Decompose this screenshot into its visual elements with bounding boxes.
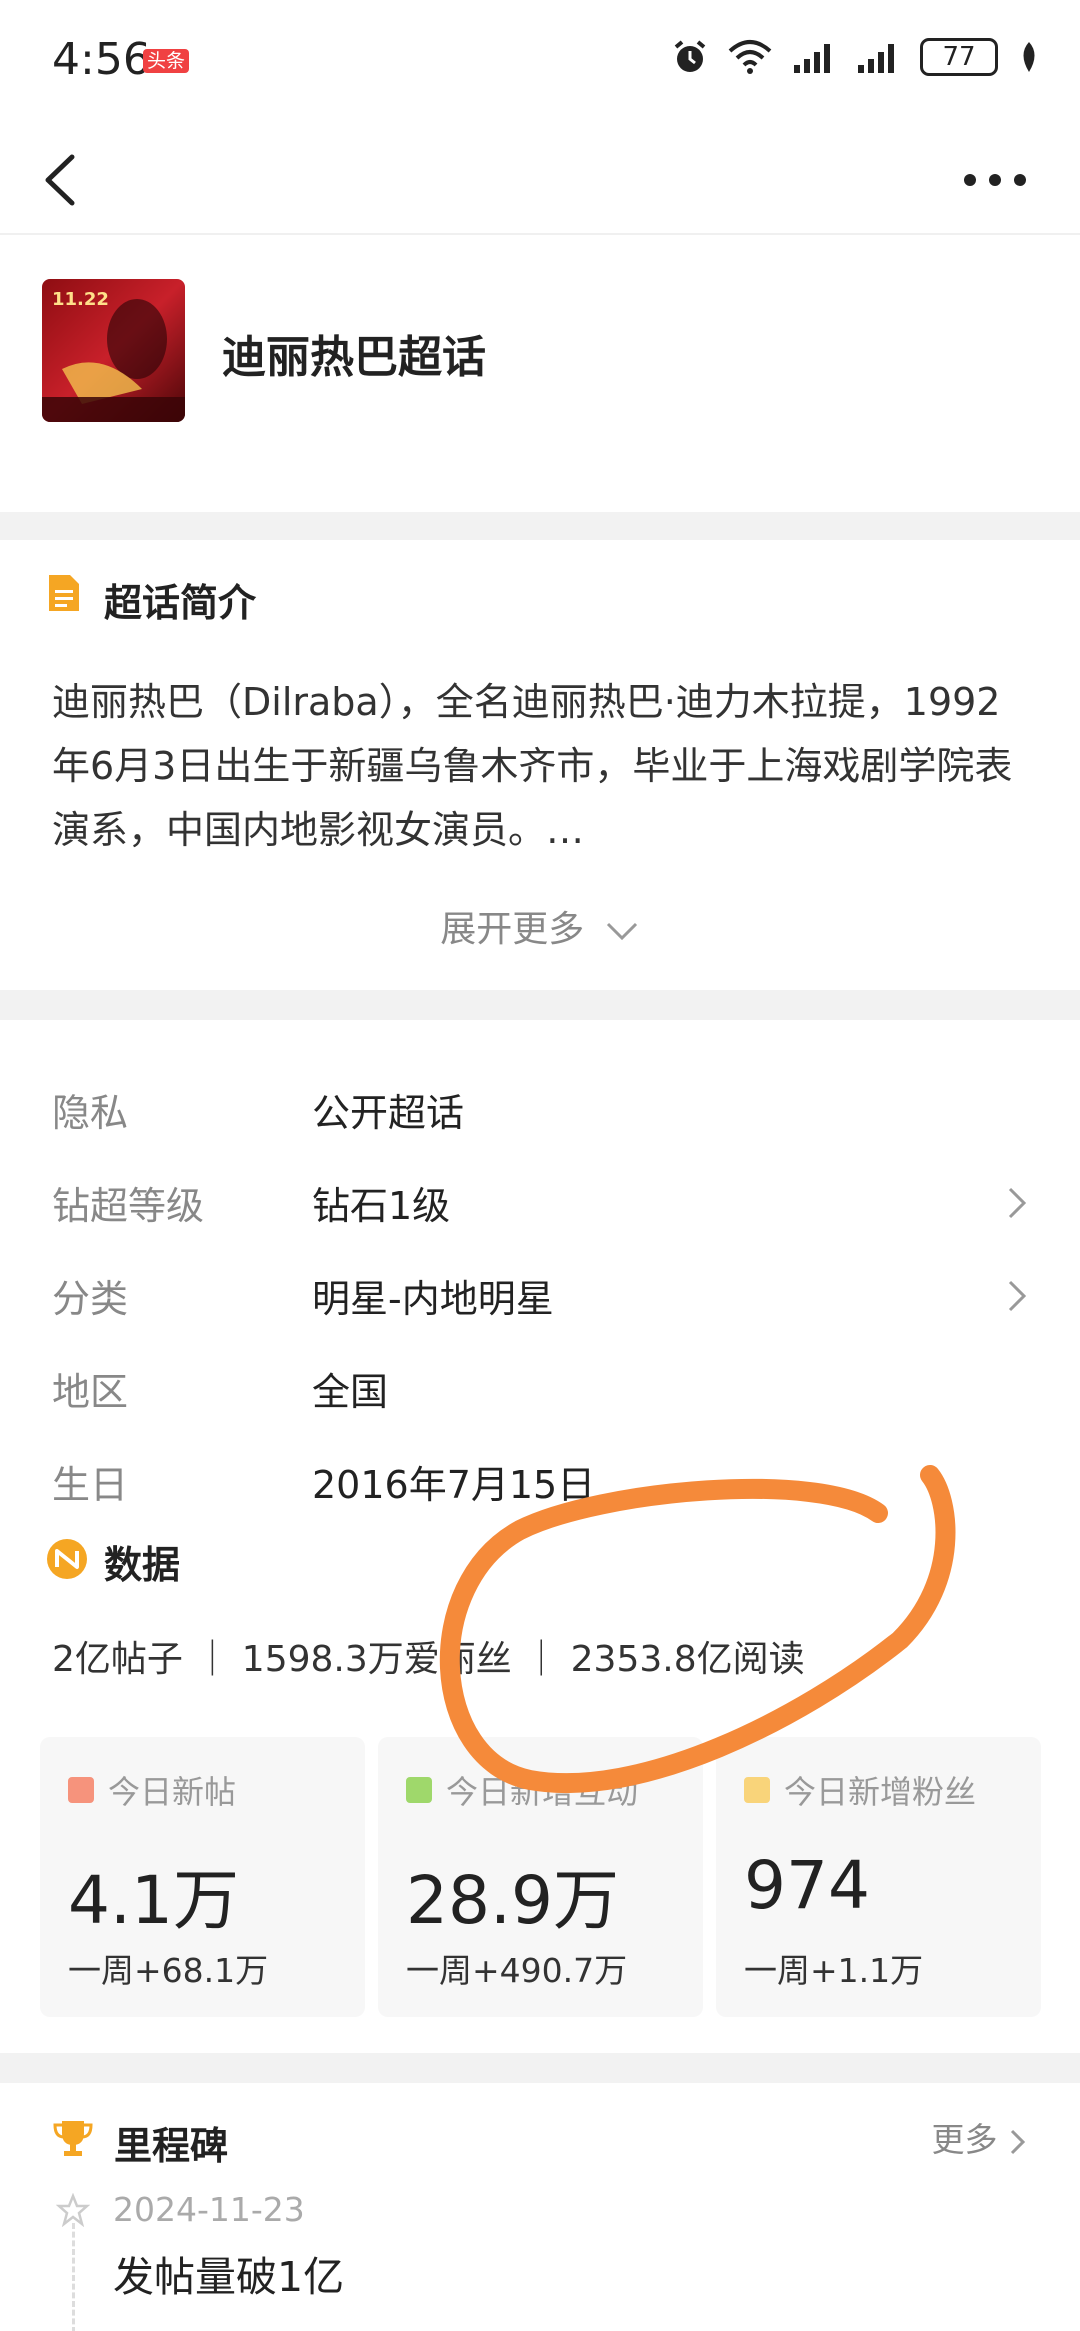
leaf-icon [1023, 42, 1035, 72]
chevron-right-icon [1010, 2129, 1026, 2154]
info-row-level[interactable]: 钻超等级 钻石1级 [0, 1153, 1080, 1245]
more-options-icon[interactable] [960, 165, 1030, 195]
milestone-title: 里程碑 [114, 2124, 229, 2168]
document-icon [49, 575, 79, 611]
battery-indicator: 77 [920, 38, 998, 76]
status-bar: 4:56 头条 77 [0, 0, 1080, 125]
row-label: 生日 [52, 1463, 129, 1507]
card-label: 今日新增粉丝 [784, 1773, 977, 1811]
expand-more-button[interactable]: 展开更多 [0, 900, 1080, 952]
svg-text:11.22: 11.22 [52, 289, 109, 310]
data-title: 数据 [104, 1543, 181, 1587]
expand-more-label: 展开更多 [440, 909, 585, 950]
topic-cover-image[interactable]: 11.22 [42, 279, 185, 422]
signal-icon [794, 44, 830, 73]
stat-card-interactions[interactable]: 今日新增互动 28.9万 一周+490.7万 [378, 1737, 703, 2017]
card-value: 28.9万 [406, 1862, 619, 1939]
row-label: 分类 [52, 1277, 129, 1321]
stat-card-new-fans[interactable]: 今日新增粉丝 974 一周+1.1万 [716, 1737, 1041, 2017]
row-label: 隐私 [52, 1091, 129, 1135]
row-value: 全国 [312, 1370, 389, 1414]
card-sub: 一周+490.7万 [406, 1951, 628, 1990]
nav-bar [0, 125, 1080, 235]
card-dot [744, 1777, 770, 1803]
topic-header: 11.22 迪丽热巴超话 [0, 237, 1080, 512]
card-label: 今日新帖 [108, 1773, 237, 1811]
more-label: 更多 [931, 2120, 998, 2159]
intro-title: 超话简介 [104, 581, 257, 625]
topic-name: 迪丽热巴超话 [222, 332, 486, 383]
card-value: 974 [744, 1847, 870, 1924]
card-dot [406, 1777, 432, 1803]
chevron-down-icon [606, 922, 637, 941]
alarm-icon [674, 40, 706, 72]
row-value: 钻石1级 [312, 1184, 451, 1228]
status-icons: 77 [672, 38, 1040, 76]
stat-card-new-posts[interactable]: 今日新帖 4.1万 一周+68.1万 [40, 1737, 365, 2017]
milestone-text: 发帖量破1亿 [113, 2253, 345, 2301]
milestone-section: 里程碑 更多 2024-11-23 发帖量破1亿 [0, 2083, 1080, 2331]
chevron-right-icon [1008, 1280, 1027, 1312]
row-value: 2016年7月15日 [312, 1463, 596, 1507]
info-row-birthday: 生日 2016年7月15日 [0, 1432, 1080, 1524]
star-outline-icon [56, 2193, 90, 2227]
trophy-icon [53, 2121, 93, 2156]
card-sub: 一周+68.1万 [68, 1951, 269, 1990]
card-sub: 一周+1.1万 [744, 1951, 924, 1990]
status-time: 4:56 [52, 34, 151, 85]
signal-2-icon [858, 44, 894, 73]
info-row-region: 地区 全国 [0, 1339, 1080, 1431]
data-summary: 2亿帖子 ｜ 1598.3万爱丽丝 ｜ 2353.8亿阅读 [52, 1639, 805, 1680]
chevron-right-icon [1008, 1187, 1027, 1219]
intro-text: 迪丽热巴（Dilraba），全名迪丽热巴·迪力木拉提，1992年6月3日出生于新… [52, 680, 1013, 852]
milestone-date: 2024-11-23 [113, 2190, 305, 2229]
card-dot [68, 1777, 94, 1803]
row-value: 明星-内地明星 [312, 1277, 554, 1321]
section-divider [0, 512, 1080, 540]
timeline-line [72, 2223, 75, 2331]
info-row-privacy: 隐私 公开超话 [0, 1060, 1080, 1152]
section-divider-2 [0, 990, 1080, 1020]
section-divider-3 [0, 2053, 1080, 2083]
intro-section: 超话简介 迪丽热巴（Dilraba），全名迪丽热巴·迪力木拉提，1992年6月3… [0, 540, 1080, 990]
card-label: 今日新增互动 [446, 1773, 639, 1811]
row-label: 地区 [52, 1370, 129, 1414]
wifi-icon [728, 40, 772, 74]
info-row-category[interactable]: 分类 明星-内地明星 [0, 1246, 1080, 1338]
card-value: 4.1万 [68, 1862, 239, 1939]
row-value: 公开超话 [312, 1091, 465, 1135]
milestone-more-button[interactable]: 更多 [932, 2113, 1029, 2161]
news-badge: 头条 [143, 49, 190, 73]
data-icon [47, 1539, 87, 1579]
row-label: 钻超等级 [52, 1184, 205, 1228]
info-section: 隐私 公开超话 钻超等级 钻石1级 分类 明星-内地明星 地区 全国 生日 20… [0, 1020, 1080, 2050]
back-arrow-icon[interactable] [32, 145, 92, 215]
